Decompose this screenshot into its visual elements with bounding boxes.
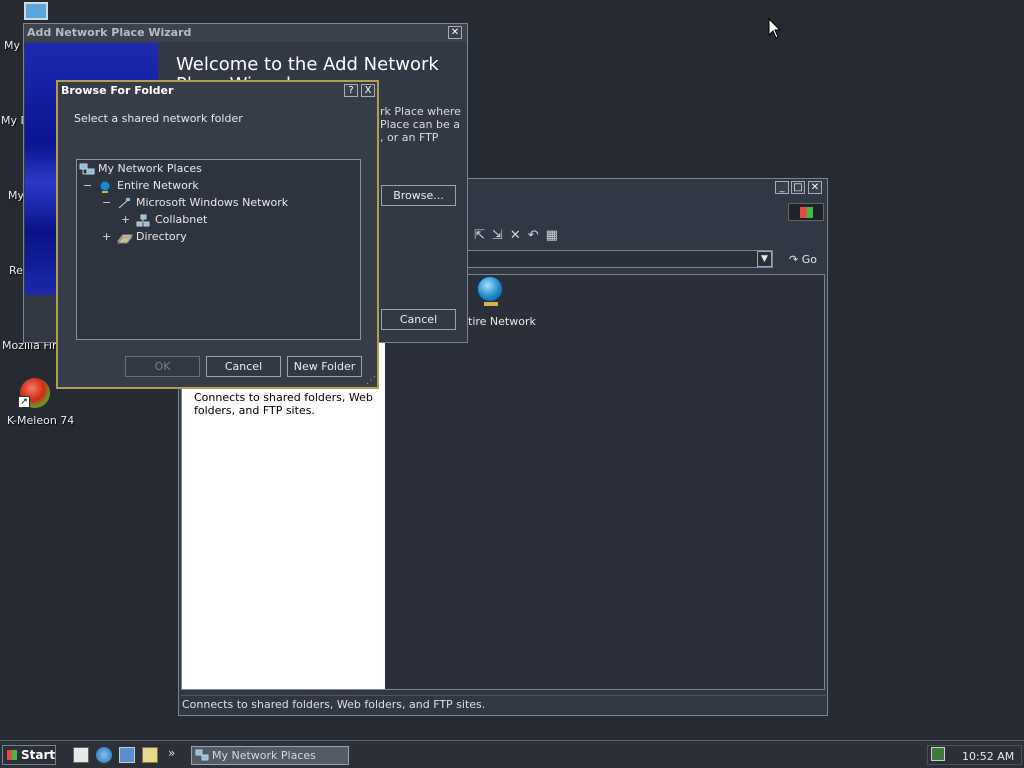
taskbar-button-my-network-places[interactable]: My Network Places [191,746,349,765]
wizard-desc-line3: , or an FTP [380,131,439,144]
browse-for-folder-dialog[interactable]: Browse For Folder ? X Select a shared ne… [56,80,379,389]
show-desktop-icon[interactable] [73,747,89,763]
cancel-button[interactable]: Cancel [206,356,281,377]
wizard-title: Add Network Place Wizard [24,24,467,42]
minimize-button[interactable]: _ [775,181,789,194]
network-places-icon [195,749,209,761]
internet-explorer-icon[interactable] [96,747,112,763]
my-computer-icon[interactable] [24,2,48,20]
tree-label: Entire Network [117,179,199,192]
desktop-label-recycle-bin[interactable]: Re [9,264,23,277]
undo-icon[interactable]: ↶ [528,228,546,243]
mouse-cursor-icon [768,18,782,39]
taskbar: Start » My Network Places 10:52 AM [0,740,1024,768]
network-tray-icon[interactable] [931,747,945,761]
expand-icon[interactable]: + [102,230,111,244]
wizard-desc-line2: Place can be a [380,118,460,131]
address-dropdown-button[interactable]: ▼ [757,251,772,267]
entire-network-item-label[interactable]: tire Network [468,315,536,328]
address-bar[interactable] [467,250,773,268]
directory-icon [116,231,134,244]
windows-logo-icon [788,203,824,221]
taskbar-button-label: My Network Places [212,749,316,762]
views-icon[interactable]: ▦ [546,228,565,243]
shortcut-arrow-icon: ↗ [18,396,30,408]
browse-prompt: Select a shared network folder [74,112,243,125]
close-button[interactable]: ✕ [808,181,822,194]
go-label: Go [801,253,817,266]
delete-icon[interactable]: ✕ [510,228,528,243]
task-pane-description: Connects to shared folders, Web folders,… [194,391,373,417]
desktop-label-k-meleon[interactable]: K-Meleon 74 [7,414,74,427]
folder-tree[interactable]: My Network Places − Entire Network − Mic… [76,159,361,340]
globe-stand [484,302,498,306]
wizard-desc-line1: rk Place where [380,105,461,118]
new-folder-button[interactable]: New Folder [287,356,362,377]
wizard-browse-button[interactable]: Browse... [381,185,456,206]
globe-icon[interactable] [477,276,503,302]
maximize-button[interactable]: □ [791,181,805,194]
wizard-cancel-button[interactable]: Cancel [381,309,456,330]
outlook-express-icon[interactable] [119,747,135,763]
clock[interactable]: 10:52 AM [962,750,1014,763]
explorer-icon[interactable] [142,747,158,763]
workgroup-icon [136,214,150,227]
toolbar-icons[interactable]: ⇱⇲✕↶▦ [474,228,565,243]
start-button[interactable]: Start [2,745,56,765]
quicklaunch-more-icon[interactable]: » [168,746,175,760]
copy-to-icon[interactable]: ⇲ [492,228,510,243]
go-button[interactable]: ↷ Go [783,251,823,268]
tree-label: My Network Places [98,162,202,175]
desktop-label-my-network[interactable]: My [8,189,24,202]
wizard-heading: Welcome to the Add Network [176,54,439,75]
wizard-description: rk Place where Place can be a , or an FT… [380,105,470,144]
windows-network-icon [117,197,131,209]
go-arrow-icon: ↷ [789,253,799,266]
expand-icon[interactable]: + [121,213,130,227]
globe-icon [98,180,112,193]
browse-dialog-title: Browse For Folder [58,82,377,100]
network-places-icon [79,163,95,175]
ok-button[interactable]: OK [125,356,200,377]
tree-label: Collabnet [155,213,208,226]
help-button[interactable]: ? [344,84,358,97]
tree-label: Microsoft Windows Network [136,196,289,209]
collapse-icon[interactable]: − [102,196,111,210]
browse-close-button[interactable]: X [361,84,375,97]
collapse-icon[interactable]: − [83,179,92,193]
tree-label: Directory [136,230,187,243]
status-bar: Connects to shared folders, Web folders,… [181,695,826,714]
wizard-close-button[interactable]: ✕ [448,26,462,39]
desktop-label-my-computer[interactable]: My [4,39,20,52]
move-to-icon[interactable]: ⇱ [474,228,492,243]
resize-grip-icon[interactable]: ⋰ [366,375,376,386]
